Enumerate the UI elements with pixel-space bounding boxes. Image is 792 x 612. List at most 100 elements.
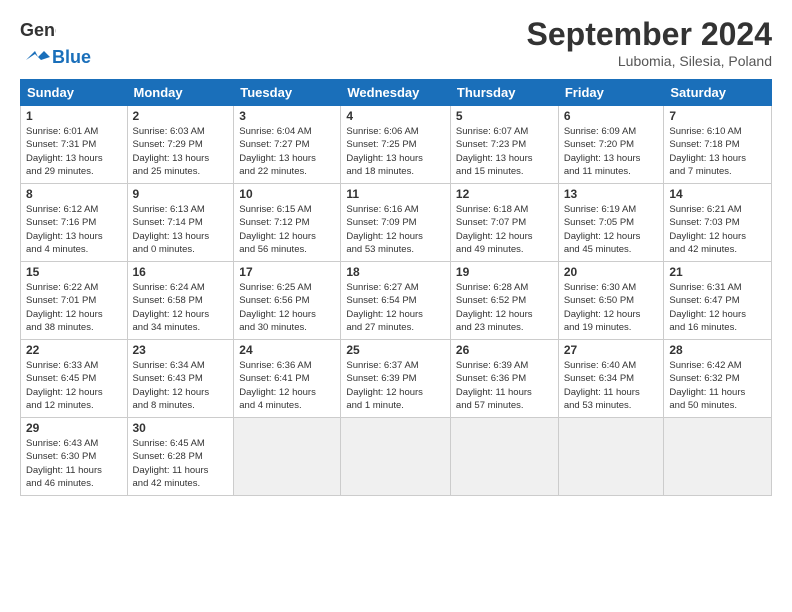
day-number: 11 — [346, 187, 445, 201]
day-info: Sunrise: 6:31 AM Sunset: 6:47 PM Dayligh… — [669, 281, 766, 334]
calendar-day-cell: 8 Sunrise: 6:12 AM Sunset: 7:16 PM Daylig… — [21, 184, 128, 262]
calendar-day-cell: 12 Sunrise: 6:18 AM Sunset: 7:07 PM Dayli… — [450, 184, 558, 262]
day-number: 4 — [346, 109, 445, 123]
day-info: Sunrise: 6:45 AM Sunset: 6:28 PM Dayligh… — [133, 437, 229, 490]
calendar-day-cell: 23 Sunrise: 6:34 AM Sunset: 6:43 PM Dayli… — [127, 340, 234, 418]
calendar-week-row: 22 Sunrise: 6:33 AM Sunset: 6:45 PM Dayli… — [21, 340, 772, 418]
calendar-day-cell: 28 Sunrise: 6:42 AM Sunset: 6:32 PM Dayli… — [664, 340, 772, 418]
calendar-day-cell: 21 Sunrise: 6:31 AM Sunset: 6:47 PM Dayli… — [664, 262, 772, 340]
col-thursday: Thursday — [450, 80, 558, 106]
day-number: 8 — [26, 187, 122, 201]
logo-blue-text: Blue — [52, 47, 91, 68]
day-info: Sunrise: 6:34 AM Sunset: 6:43 PM Dayligh… — [133, 359, 229, 412]
logo-bird-icon — [20, 46, 50, 68]
svg-text:General: General — [20, 20, 56, 40]
calendar-day-cell: 6 Sunrise: 6:09 AM Sunset: 7:20 PM Daylig… — [558, 106, 664, 184]
day-info: Sunrise: 6:15 AM Sunset: 7:12 PM Dayligh… — [239, 203, 335, 256]
day-info: Sunrise: 6:36 AM Sunset: 6:41 PM Dayligh… — [239, 359, 335, 412]
day-info: Sunrise: 6:03 AM Sunset: 7:29 PM Dayligh… — [133, 125, 229, 178]
day-number: 29 — [26, 421, 122, 435]
day-number: 22 — [26, 343, 122, 357]
day-info: Sunrise: 6:04 AM Sunset: 7:27 PM Dayligh… — [239, 125, 335, 178]
calendar-day-cell: 20 Sunrise: 6:30 AM Sunset: 6:50 PM Dayli… — [558, 262, 664, 340]
day-number: 28 — [669, 343, 766, 357]
day-number: 5 — [456, 109, 553, 123]
title-area: September 2024 Lubomia, Silesia, Poland — [527, 16, 772, 69]
calendar-week-row: 8 Sunrise: 6:12 AM Sunset: 7:16 PM Daylig… — [21, 184, 772, 262]
day-number: 23 — [133, 343, 229, 357]
day-info: Sunrise: 6:06 AM Sunset: 7:25 PM Dayligh… — [346, 125, 445, 178]
calendar-day-cell: 7 Sunrise: 6:10 AM Sunset: 7:18 PM Daylig… — [664, 106, 772, 184]
logo: General Blue — [20, 16, 91, 68]
day-info: Sunrise: 6:12 AM Sunset: 7:16 PM Dayligh… — [26, 203, 122, 256]
calendar-day-cell: 1 Sunrise: 6:01 AM Sunset: 7:31 PM Daylig… — [21, 106, 128, 184]
calendar-day-cell: 3 Sunrise: 6:04 AM Sunset: 7:27 PM Daylig… — [234, 106, 341, 184]
day-info: Sunrise: 6:33 AM Sunset: 6:45 PM Dayligh… — [26, 359, 122, 412]
day-number: 26 — [456, 343, 553, 357]
day-number: 6 — [564, 109, 659, 123]
day-number: 27 — [564, 343, 659, 357]
calendar-day-cell: 22 Sunrise: 6:33 AM Sunset: 6:45 PM Dayli… — [21, 340, 128, 418]
calendar-day-cell: 2 Sunrise: 6:03 AM Sunset: 7:29 PM Daylig… — [127, 106, 234, 184]
calendar-day-cell: 11 Sunrise: 6:16 AM Sunset: 7:09 PM Dayli… — [341, 184, 451, 262]
col-tuesday: Tuesday — [234, 80, 341, 106]
day-number: 10 — [239, 187, 335, 201]
weekday-header-row: Sunday Monday Tuesday Wednesday Thursday… — [21, 80, 772, 106]
calendar-day-cell: 4 Sunrise: 6:06 AM Sunset: 7:25 PM Daylig… — [341, 106, 451, 184]
col-sunday: Sunday — [21, 80, 128, 106]
calendar-week-row: 15 Sunrise: 6:22 AM Sunset: 7:01 PM Dayli… — [21, 262, 772, 340]
calendar-day-cell: 26 Sunrise: 6:39 AM Sunset: 6:36 PM Dayli… — [450, 340, 558, 418]
day-info: Sunrise: 6:27 AM Sunset: 6:54 PM Dayligh… — [346, 281, 445, 334]
calendar-day-cell: 15 Sunrise: 6:22 AM Sunset: 7:01 PM Dayli… — [21, 262, 128, 340]
day-info: Sunrise: 6:25 AM Sunset: 6:56 PM Dayligh… — [239, 281, 335, 334]
day-info: Sunrise: 6:22 AM Sunset: 7:01 PM Dayligh… — [26, 281, 122, 334]
calendar-day-cell: 19 Sunrise: 6:28 AM Sunset: 6:52 PM Dayli… — [450, 262, 558, 340]
calendar-day-cell — [664, 418, 772, 496]
calendar-week-row: 1 Sunrise: 6:01 AM Sunset: 7:31 PM Daylig… — [21, 106, 772, 184]
calendar-day-cell: 14Sunrise: 6:21 AM Sunset: 7:03 PM Dayli… — [664, 184, 772, 262]
calendar-day-cell — [450, 418, 558, 496]
day-number: 1 — [26, 109, 122, 123]
day-number: 25 — [346, 343, 445, 357]
day-number: 19 — [456, 265, 553, 279]
day-info: Sunrise: 6:28 AM Sunset: 6:52 PM Dayligh… — [456, 281, 553, 334]
day-number: 13 — [564, 187, 659, 201]
day-info: Sunrise: 6:42 AM Sunset: 6:32 PM Dayligh… — [669, 359, 766, 412]
day-number: 3 — [239, 109, 335, 123]
calendar-day-cell: 17 Sunrise: 6:25 AM Sunset: 6:56 PM Dayli… — [234, 262, 341, 340]
day-info: Sunrise: 6:01 AM Sunset: 7:31 PM Dayligh… — [26, 125, 122, 178]
calendar-day-cell: 9Sunrise: 6:13 AM Sunset: 7:14 PM Daylig… — [127, 184, 234, 262]
calendar-day-cell: 5 Sunrise: 6:07 AM Sunset: 7:23 PM Daylig… — [450, 106, 558, 184]
day-number: 12 — [456, 187, 553, 201]
calendar-day-cell: 16Sunrise: 6:24 AM Sunset: 6:58 PM Dayli… — [127, 262, 234, 340]
day-info: Sunrise: 6:10 AM Sunset: 7:18 PM Dayligh… — [669, 125, 766, 178]
day-info: Sunrise: 6:16 AM Sunset: 7:09 PM Dayligh… — [346, 203, 445, 256]
logo-icon: General — [20, 16, 56, 46]
day-number: 7 — [669, 109, 766, 123]
col-saturday: Saturday — [664, 80, 772, 106]
day-number: 30 — [133, 421, 229, 435]
day-info: Sunrise: 6:30 AM Sunset: 6:50 PM Dayligh… — [564, 281, 659, 334]
calendar-week-row: 29 Sunrise: 6:43 AM Sunset: 6:30 PM Dayli… — [21, 418, 772, 496]
day-number: 9 — [133, 187, 229, 201]
day-number: 15 — [26, 265, 122, 279]
calendar-day-cell: 10 Sunrise: 6:15 AM Sunset: 7:12 PM Dayli… — [234, 184, 341, 262]
day-info: Sunrise: 6:09 AM Sunset: 7:20 PM Dayligh… — [564, 125, 659, 178]
day-number: 21 — [669, 265, 766, 279]
calendar-day-cell — [234, 418, 341, 496]
calendar-day-cell: 25 Sunrise: 6:37 AM Sunset: 6:39 PM Dayli… — [341, 340, 451, 418]
day-number: 20 — [564, 265, 659, 279]
calendar-day-cell: 24Sunrise: 6:36 AM Sunset: 6:41 PM Dayli… — [234, 340, 341, 418]
day-number: 16 — [133, 265, 229, 279]
day-info: Sunrise: 6:07 AM Sunset: 7:23 PM Dayligh… — [456, 125, 553, 178]
day-info: Sunrise: 6:43 AM Sunset: 6:30 PM Dayligh… — [26, 437, 122, 490]
day-info: Sunrise: 6:37 AM Sunset: 6:39 PM Dayligh… — [346, 359, 445, 412]
location: Lubomia, Silesia, Poland — [527, 53, 772, 69]
day-number: 2 — [133, 109, 229, 123]
day-number: 17 — [239, 265, 335, 279]
day-info: Sunrise: 6:39 AM Sunset: 6:36 PM Dayligh… — [456, 359, 553, 412]
day-number: 14 — [669, 187, 766, 201]
day-info: Sunrise: 6:18 AM Sunset: 7:07 PM Dayligh… — [456, 203, 553, 256]
day-number: 18 — [346, 265, 445, 279]
calendar-day-cell: 29 Sunrise: 6:43 AM Sunset: 6:30 PM Dayli… — [21, 418, 128, 496]
